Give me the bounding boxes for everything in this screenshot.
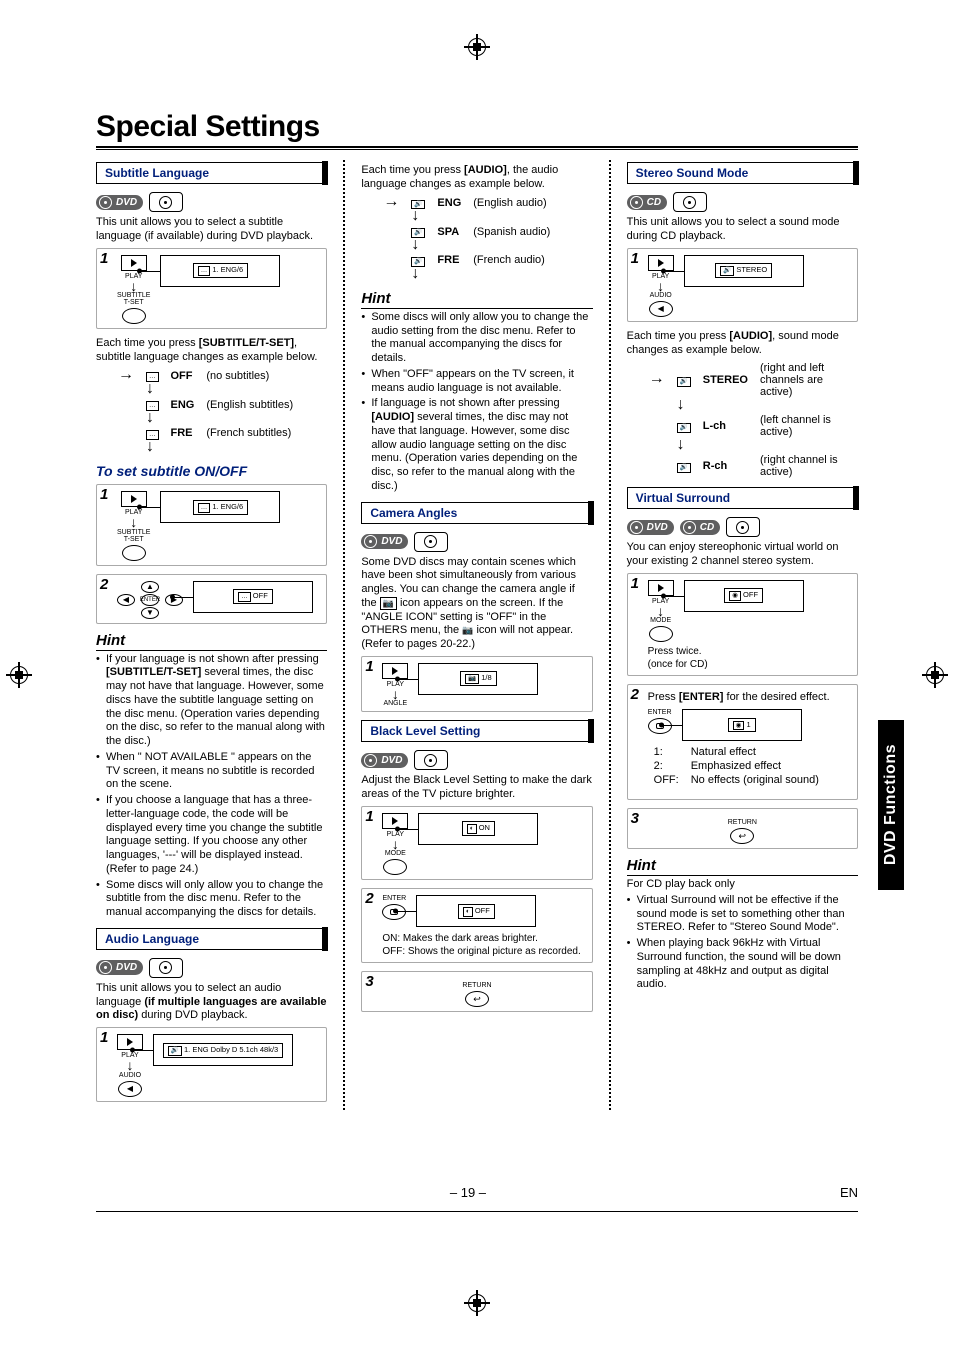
subtitle-langs: →…OFF(no subtitles) ↓ …ENG(English subti… — [112, 368, 299, 454]
vs-step-2: 2 Press [ENTER] for the desired effect. … — [627, 684, 858, 800]
audio-each: Each time you press [AUDIO], the audio l… — [361, 164, 592, 192]
vs-intro: You can enjoy stereophonic virtual world… — [627, 541, 858, 569]
subtitle-intro: This unit allows you to select a subtitl… — [96, 216, 327, 244]
section-subtitle-language: Subtitle Language — [96, 162, 327, 184]
footer: – 19 – EN — [96, 1185, 858, 1200]
page-title: Special Settings — [96, 110, 858, 144]
pill-rw — [149, 192, 183, 212]
stereo-each: Each time you press [AUDIO], sound mode … — [627, 330, 858, 358]
stereo-intro: This unit allows you to select a sound m… — [627, 216, 858, 244]
blacklevel-step-1: 1 PLAY ↓ MODE ◐ ON — [361, 806, 592, 880]
audio-button-icon: ◀ — [118, 1081, 142, 1097]
lang-code: EN — [840, 1185, 858, 1200]
stereo-step-1: 1 PLAY ↓ AUDIO ◀ 🔊 STEREO — [627, 248, 858, 322]
audio-intro: This unit allows you to select an audio … — [96, 982, 327, 1023]
audio-langs: →🔊ENG(English audio) ↓ 🔊SPA(Spanish audi… — [377, 196, 556, 282]
blacklevel-step-2: 2 ENTER ◐ OFF ON: Makes the dark areas b… — [361, 888, 592, 963]
rule-1 — [96, 146, 858, 148]
subtitle-onoff-2: 2 ▲ ◀ENTER▶ ▼ … OFF — [96, 574, 327, 624]
vs-step-1: 1 PLAY ↓ MODE ◉ OFF Press twice. (once f… — [627, 573, 858, 676]
reg-mark-left — [10, 666, 28, 684]
page-number: – 19 – — [450, 1185, 486, 1200]
section-audio-language: Audio Language — [96, 928, 327, 950]
subtitle-hints: If your language is not shown after pres… — [96, 653, 327, 920]
hint-heading: Hint — [96, 632, 327, 651]
content-area: Special Settings DVD Functions Subtitle … — [96, 110, 858, 1220]
section-tab-label: DVD Functions — [882, 744, 900, 865]
reg-mark-top — [468, 38, 486, 56]
camera-icon: 📷 — [380, 597, 397, 610]
vs-step-3: 3 RETURN ↩ — [627, 808, 858, 849]
section-virtual-surround: Virtual Surround — [627, 487, 858, 509]
play-button-icon — [121, 255, 147, 271]
reg-mark-right — [926, 666, 944, 684]
audio-step-1: 1 PLAY ↓ AUDIO ◀ 🔊 1. ENG Dolby D 5.1ch … — [96, 1027, 327, 1101]
subtitle-step-1: 1 PLAY ↓ SUBTITLE T-SET … 1. ENG/6 — [96, 248, 327, 329]
column-1: Subtitle Language DVD This unit allows y… — [96, 160, 327, 1110]
angle-step-1: 1 PLAY ↓ ANGLE 📷 1/8 — [361, 656, 592, 712]
dpad-icon: ▲ ◀ENTER▶ ▼ — [117, 581, 183, 619]
osd-callout: … 1. ENG/6 — [160, 255, 280, 287]
section-stereo-sound: Stereo Sound Mode — [627, 162, 858, 184]
section-tab: DVD Functions — [878, 720, 904, 890]
column-3: Stereo Sound Mode CD This unit allows yo… — [627, 160, 858, 1110]
subtitle-toset: To set subtitle ON/OFF — [96, 463, 327, 481]
page: Special Settings DVD Functions Subtitle … — [0, 0, 954, 1350]
footer-rule — [96, 1211, 858, 1212]
section-black-level: Black Level Setting — [361, 720, 592, 742]
column-divider-2 — [609, 160, 611, 1110]
column-2: Each time you press [AUDIO], the audio l… — [361, 160, 592, 1110]
blacklevel-intro: Adjust the Black Level Setting to make t… — [361, 774, 592, 802]
subtitle-onoff-1: 1 PLAY ↓ SUBTITLE T-SET … 1. ENG/6 — [96, 484, 327, 565]
subtitle-button-icon — [122, 308, 146, 324]
return-button-icon: ↩ — [465, 991, 489, 1007]
angle-intro: Some DVD discs may contain scenes which … — [361, 556, 592, 652]
column-divider-1 — [343, 160, 345, 1110]
pill-dvd: DVD — [96, 195, 143, 210]
reg-mark-bottom — [468, 1294, 486, 1312]
section-camera-angles: Camera Angles — [361, 502, 592, 524]
subtitle-each: Each time you press [SUBTITLE/T-SET], su… — [96, 337, 327, 365]
rule-2 — [96, 149, 858, 150]
vs-hints: Virtual Surround will not be effective i… — [627, 894, 858, 992]
stereo-modes: →🔊STEREO(right and left channels are act… — [643, 361, 858, 479]
blacklevel-step-3: 3 RETURN ↩ — [361, 971, 592, 1012]
pill-cd: CD — [627, 195, 667, 210]
audio-hints: Some discs will only allow you to change… — [361, 311, 592, 494]
